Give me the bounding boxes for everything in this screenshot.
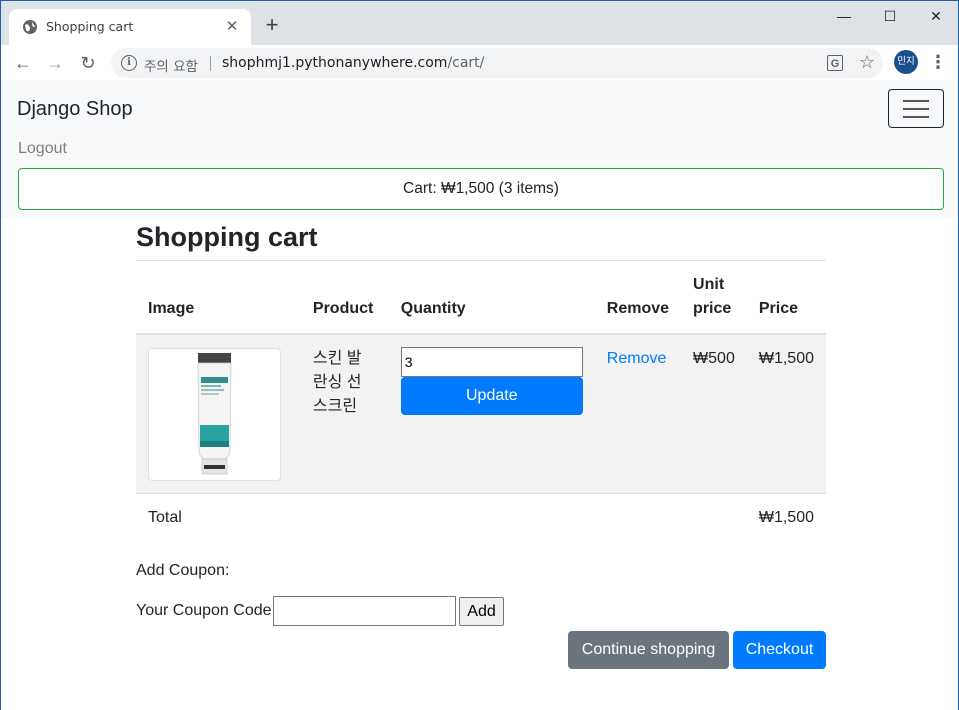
url-text[interactable]: shophmj1.pythonanywhere.com/cart/ [222, 55, 484, 71]
total-empty-cell [388, 493, 595, 542]
coupon-add-button[interactable]: Add [459, 597, 504, 626]
update-button[interactable]: Update [400, 377, 583, 415]
total-empty-cell [681, 493, 747, 542]
address-bar[interactable]: i 주의 요함 shophmj1.pythonanywhere.com/cart… [111, 48, 883, 78]
total-row: Total ₩1,500 [136, 493, 826, 542]
header-unit-price: Unit price [681, 261, 747, 335]
navbar-toggler-button[interactable] [888, 89, 944, 128]
cell-unit-price: ₩500 [681, 333, 747, 494]
logout-link[interactable]: Logout [18, 140, 67, 158]
brand-link[interactable]: Django Shop [17, 98, 133, 121]
cart-table-header: Image Product Quantity Remove Unit price… [136, 261, 826, 335]
cell-price: ₩1,500 [746, 333, 826, 494]
page-title: Shopping cart [136, 222, 826, 261]
bookmark-star-icon[interactable]: ☆ [859, 52, 875, 73]
checkout-button[interactable]: Checkout [733, 631, 826, 669]
site-navbar: Django Shop Logout Cart: ₩1,500 (3 items… [1, 80, 958, 218]
product-image[interactable] [148, 348, 281, 481]
maximize-button[interactable]: ☐ [867, 5, 913, 27]
reload-icon[interactable]: ↻ [76, 51, 100, 75]
header-quantity: Quantity [388, 261, 595, 335]
header-remove: Remove [594, 261, 682, 335]
tab-close-icon[interactable]: ✕ [223, 18, 241, 36]
cell-image [136, 333, 301, 494]
url-host: shophmj1.pythonanywhere.com [222, 55, 448, 71]
minimize-button[interactable]: — [821, 5, 867, 27]
product-name[interactable]: 스킨 발란싱 선스크린 [313, 347, 373, 419]
translate-icon[interactable]: G [827, 55, 843, 71]
hamburger-icon [903, 100, 929, 102]
remove-link[interactable]: Remove [607, 350, 667, 367]
forward-icon[interactable]: → [43, 51, 67, 75]
total-label: Total [136, 493, 301, 542]
cart-summary: Cart: ₩1,500 (3 items) [18, 168, 944, 210]
product-tube-image [197, 353, 232, 475]
security-warning[interactable]: 주의 요함 [144, 55, 198, 75]
address-divider [210, 56, 211, 71]
cell-remove: Remove [594, 333, 682, 494]
browser-toolbar: ← → ↻ i 주의 요함 shophmj1.pythonanywhere.co… [1, 45, 958, 81]
tab-title: Shopping cart [46, 19, 134, 34]
header-product: Product [300, 261, 389, 335]
browser-tab[interactable]: Shopping cart ✕ [9, 9, 251, 45]
continue-shopping-button[interactable]: Continue shopping [568, 631, 729, 669]
close-window-button[interactable]: ✕ [913, 5, 959, 27]
quantity-input[interactable] [400, 347, 583, 377]
total-value: ₩1,500 [746, 493, 826, 542]
back-icon[interactable]: ← [11, 51, 35, 75]
globe-icon [23, 20, 37, 34]
profile-avatar[interactable]: 민지 [894, 50, 918, 74]
browser-chrome: Shopping cart ✕ + — ☐ ✕ ← → ↻ i 주의 요함 sh… [0, 0, 959, 81]
info-icon[interactable]: i [121, 55, 137, 71]
url-path: /cart/ [447, 55, 485, 71]
cell-product: 스킨 발란싱 선스크린 [300, 333, 389, 494]
coupon-code-label: Your Coupon Code: [136, 602, 276, 619]
page-content: Django Shop Logout Cart: ₩1,500 (3 items… [0, 80, 959, 710]
header-price: Price [746, 261, 826, 335]
new-tab-button[interactable]: + [261, 14, 283, 36]
header-image: Image [136, 261, 301, 335]
table-row: 스킨 발란싱 선스크린 Update Remove ₩500 ₩1,500 [136, 333, 826, 494]
total-empty-cell [594, 493, 682, 542]
coupon-heading: Add Coupon: [136, 562, 230, 579]
total-empty-cell [300, 493, 389, 542]
cart-container: Shopping cart Image Product Quantity Rem… [136, 218, 826, 669]
hamburger-icon-line [903, 108, 929, 110]
cell-quantity: Update [388, 333, 595, 494]
cart-table: Image Product Quantity Remove Unit price… [136, 261, 826, 542]
coupon-code-input[interactable] [273, 596, 456, 626]
browser-menu-icon[interactable]: ⋮ [929, 51, 947, 75]
hamburger-icon-line [903, 116, 929, 118]
